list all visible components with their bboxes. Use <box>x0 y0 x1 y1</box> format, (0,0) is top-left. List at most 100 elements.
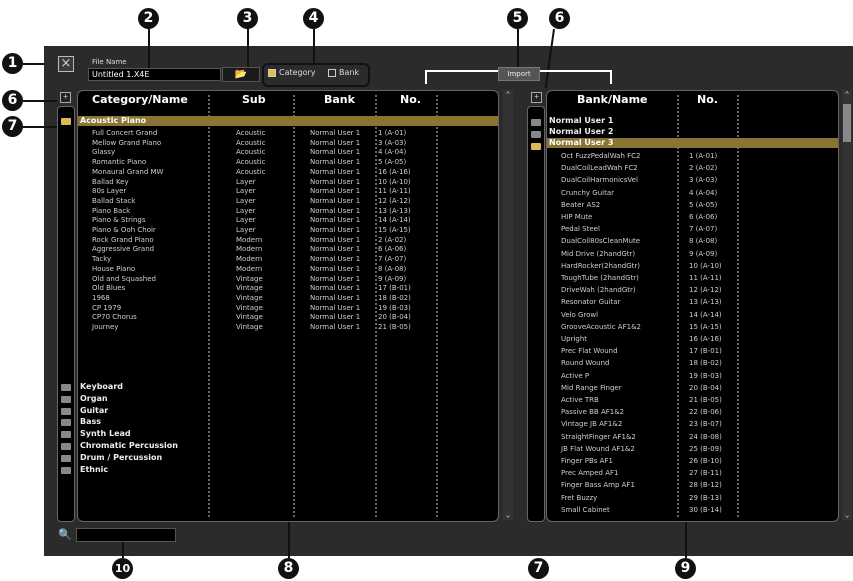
callout-4: 4 <box>303 8 324 29</box>
preset-row[interactable]: Aggressive Grand Modern Normal User 1 6 (A-… <box>78 244 498 254</box>
preset-number: 3 (A-03) <box>378 138 407 147</box>
category-row[interactable]: Organ <box>78 394 498 404</box>
preset-row[interactable]: Velo Growl 14 (A-14) <box>547 310 838 320</box>
preset-row[interactable]: Prec Flat Wound 17 (B-01) <box>547 346 838 356</box>
preset-row[interactable]: Piano Back Layer Normal User 1 13 (A-13) <box>78 206 498 216</box>
preset-row[interactable]: 1968 Vintage Normal User 1 18 (B-02) <box>78 293 498 303</box>
preset-row[interactable]: Glassy Acoustic Normal User 1 4 (A-04) <box>78 147 498 157</box>
preset-name: Prec Flat Wound <box>561 347 618 356</box>
bank-row-selected[interactable]: Normal User 3 <box>547 138 838 148</box>
preset-row[interactable]: CP 1979 Vintage Normal User 1 19 (B-03) <box>78 303 498 313</box>
bank-radio[interactable]: Bank <box>328 66 359 79</box>
category-row[interactable]: Bass <box>78 417 498 427</box>
category-row[interactable]: Ethnic <box>78 465 498 475</box>
bank-row[interactable]: Normal User 2 <box>547 127 838 137</box>
preset-bank: Normal User 1 <box>310 148 361 157</box>
preset-row[interactable]: Upright 16 (A-16) <box>547 334 838 344</box>
preset-row[interactable]: Active TRB 21 (B-05) <box>547 395 838 405</box>
header-no: No. <box>697 93 718 106</box>
preset-name: DualCoil80sCleanMute <box>561 237 641 246</box>
preset-row[interactable]: Piano & Ooh Choir Layer Normal User 1 15 (A… <box>78 225 498 235</box>
preset-row[interactable]: Ballad Stack Layer Normal User 1 12 (A-12) <box>78 196 498 206</box>
preset-row[interactable]: Active P 19 (B-03) <box>547 371 838 381</box>
right-scrollbar[interactable]: ⌃ ⌄ <box>842 90 852 520</box>
preset-row[interactable]: DualCoilHarmonicsVel 3 (A-03) <box>547 175 838 185</box>
preset-sub: Acoustic <box>236 167 266 176</box>
preset-row[interactable]: CP70 Chorus Vintage Normal User 1 20 (B-04) <box>78 312 498 322</box>
preset-row[interactable]: Prec Amped AF1 27 (B-11) <box>547 468 838 478</box>
folder-icon <box>61 419 71 427</box>
preset-row[interactable]: Fret Buzzy 29 (B-13) <box>547 493 838 503</box>
preset-row[interactable]: Rock Grand Piano Modern Normal User 1 2 (A-… <box>78 235 498 245</box>
scroll-up-icon[interactable]: ⌃ <box>842 90 852 100</box>
preset-number: 12 (A-12) <box>689 286 722 295</box>
open-folder-button[interactable]: 📂 <box>222 67 260 82</box>
close-button[interactable]: × <box>58 56 74 72</box>
bank-row[interactable]: Normal User 1 <box>547 116 838 126</box>
bank-list-panel[interactable]: Bank/Name No. Normal User 1 Normal User 2… <box>546 90 839 522</box>
preset-row[interactable]: DualCoil80sCleanMute 8 (A-08) <box>547 236 838 246</box>
preset-row[interactable]: HIP Mute 6 (A-06) <box>547 212 838 222</box>
preset-row[interactable]: JB Flat Wound AF1&2 25 (B-09) <box>547 444 838 454</box>
preset-row[interactable]: Mid Drive (2handGtr) 9 (A-09) <box>547 249 838 259</box>
category-row[interactable]: Chromatic Percussion <box>78 441 498 451</box>
preset-row[interactable]: Small Cabinet 30 (B-14) <box>547 505 838 515</box>
preset-row[interactable]: Journey Vintage Normal User 1 21 (B-05) <box>78 322 498 332</box>
preset-row[interactable]: DualCoilLeadWah FC2 2 (A-02) <box>547 163 838 173</box>
left-expand-all-button[interactable]: + <box>60 92 71 103</box>
preset-row[interactable]: Finger Bass Amp AF1 28 (B-12) <box>547 480 838 490</box>
preset-row[interactable]: Old Blues Vintage Normal User 1 17 (B-01) <box>78 283 498 293</box>
search-input[interactable] <box>76 528 176 542</box>
scroll-thumb[interactable] <box>843 104 851 142</box>
preset-bank: Normal User 1 <box>310 323 361 331</box>
preset-row[interactable]: Resonator Guitar 13 (A-13) <box>547 297 838 307</box>
import-button[interactable]: Import <box>498 67 540 81</box>
preset-row[interactable]: Vintage JB AF1&2 23 (B-07) <box>547 419 838 429</box>
preset-row[interactable]: GrooveAcoustic AF1&2 15 (A-15) <box>547 322 838 332</box>
preset-row[interactable]: Finger PBs AF1 26 (B-10) <box>547 456 838 466</box>
preset-row[interactable]: Monaural Grand MW Acoustic Normal User 1 16… <box>78 167 498 177</box>
preset-row[interactable]: Round Wound 18 (B-02) <box>547 358 838 368</box>
preset-row[interactable]: Mid Range Finger 20 (B-04) <box>547 383 838 393</box>
preset-row[interactable]: Crunchy Guitar 4 (A-04) <box>547 188 838 198</box>
preset-name: Vintage JB AF1&2 <box>561 420 623 429</box>
left-scrollbar[interactable]: ⌃ ⌄ <box>503 90 513 520</box>
category-row[interactable]: Keyboard <box>78 382 498 392</box>
scroll-down-icon[interactable]: ⌄ <box>842 510 852 520</box>
preset-name: Tacky <box>92 255 112 264</box>
preset-row[interactable]: Oct FuzzPedalWah FC2 1 (A-01) <box>547 151 838 161</box>
category-row[interactable]: Synth Lead <box>78 429 498 439</box>
preset-row[interactable]: House Piano Modern Normal User 1 8 (A-08) <box>78 264 498 274</box>
preset-row[interactable]: Beater AS2 5 (A-05) <box>547 200 838 210</box>
preset-number: 22 (B-06) <box>689 408 722 417</box>
preset-row[interactable]: Mellow Grand Piano Acoustic Normal User 1 3… <box>78 138 498 148</box>
preset-row[interactable]: Pedal Steel 7 (A-07) <box>547 224 838 234</box>
preset-row[interactable]: StraightFinger AF1&2 24 (B-08) <box>547 432 838 442</box>
category-row[interactable]: Guitar <box>78 406 498 416</box>
preset-row[interactable]: Piano & Strings Layer Normal User 1 14 (A-1… <box>78 215 498 225</box>
category-list-panel[interactable]: Category/Name Sub Bank No. Acoustic Pian… <box>77 90 499 522</box>
preset-number: 9 (A-09) <box>378 274 407 283</box>
preset-bank: Normal User 1 <box>310 138 361 147</box>
preset-sub: Layer <box>236 226 256 234</box>
preset-row[interactable]: Passive BB AF1&2 22 (B-06) <box>547 407 838 417</box>
file-name-input[interactable]: Untitled 1.X4E <box>88 68 221 81</box>
preset-row[interactable]: Ballad Key Layer Normal User 1 10 (A-10) <box>78 177 498 187</box>
preset-number: 11 (A-11) <box>689 274 722 282</box>
category-row[interactable]: Drum / Percussion <box>78 453 498 463</box>
preset-row[interactable]: Old and Squashed Vintage Normal User 1 9 (A… <box>78 274 498 284</box>
preset-row[interactable]: Tacky Modern Normal User 1 7 (A-07) <box>78 254 498 264</box>
scroll-up-icon[interactable]: ⌃ <box>503 90 513 100</box>
right-expand-all-button[interactable]: + <box>531 92 542 103</box>
preset-bank: Normal User 1 <box>310 284 361 293</box>
preset-sub: Layer <box>236 187 256 196</box>
category-row-selected[interactable]: Acoustic Piano <box>78 116 498 126</box>
preset-row[interactable]: HardRocker(2handGtr) 10 (A-10) <box>547 261 838 271</box>
preset-row[interactable]: Full Concert Grand Acoustic Normal User 1 1… <box>78 128 498 138</box>
category-radio[interactable]: Category <box>268 66 316 79</box>
preset-row[interactable]: Romantic Piano Acoustic Normal User 1 5 (A-… <box>78 157 498 167</box>
preset-row[interactable]: ToughTube (2handGtr) 11 (A-11) <box>547 273 838 283</box>
preset-row[interactable]: 80s Layer Layer Normal User 1 11 (A-11) <box>78 186 498 196</box>
preset-row[interactable]: DriveWah (2handGtr) 12 (A-12) <box>547 285 838 295</box>
scroll-down-icon[interactable]: ⌄ <box>503 510 513 520</box>
